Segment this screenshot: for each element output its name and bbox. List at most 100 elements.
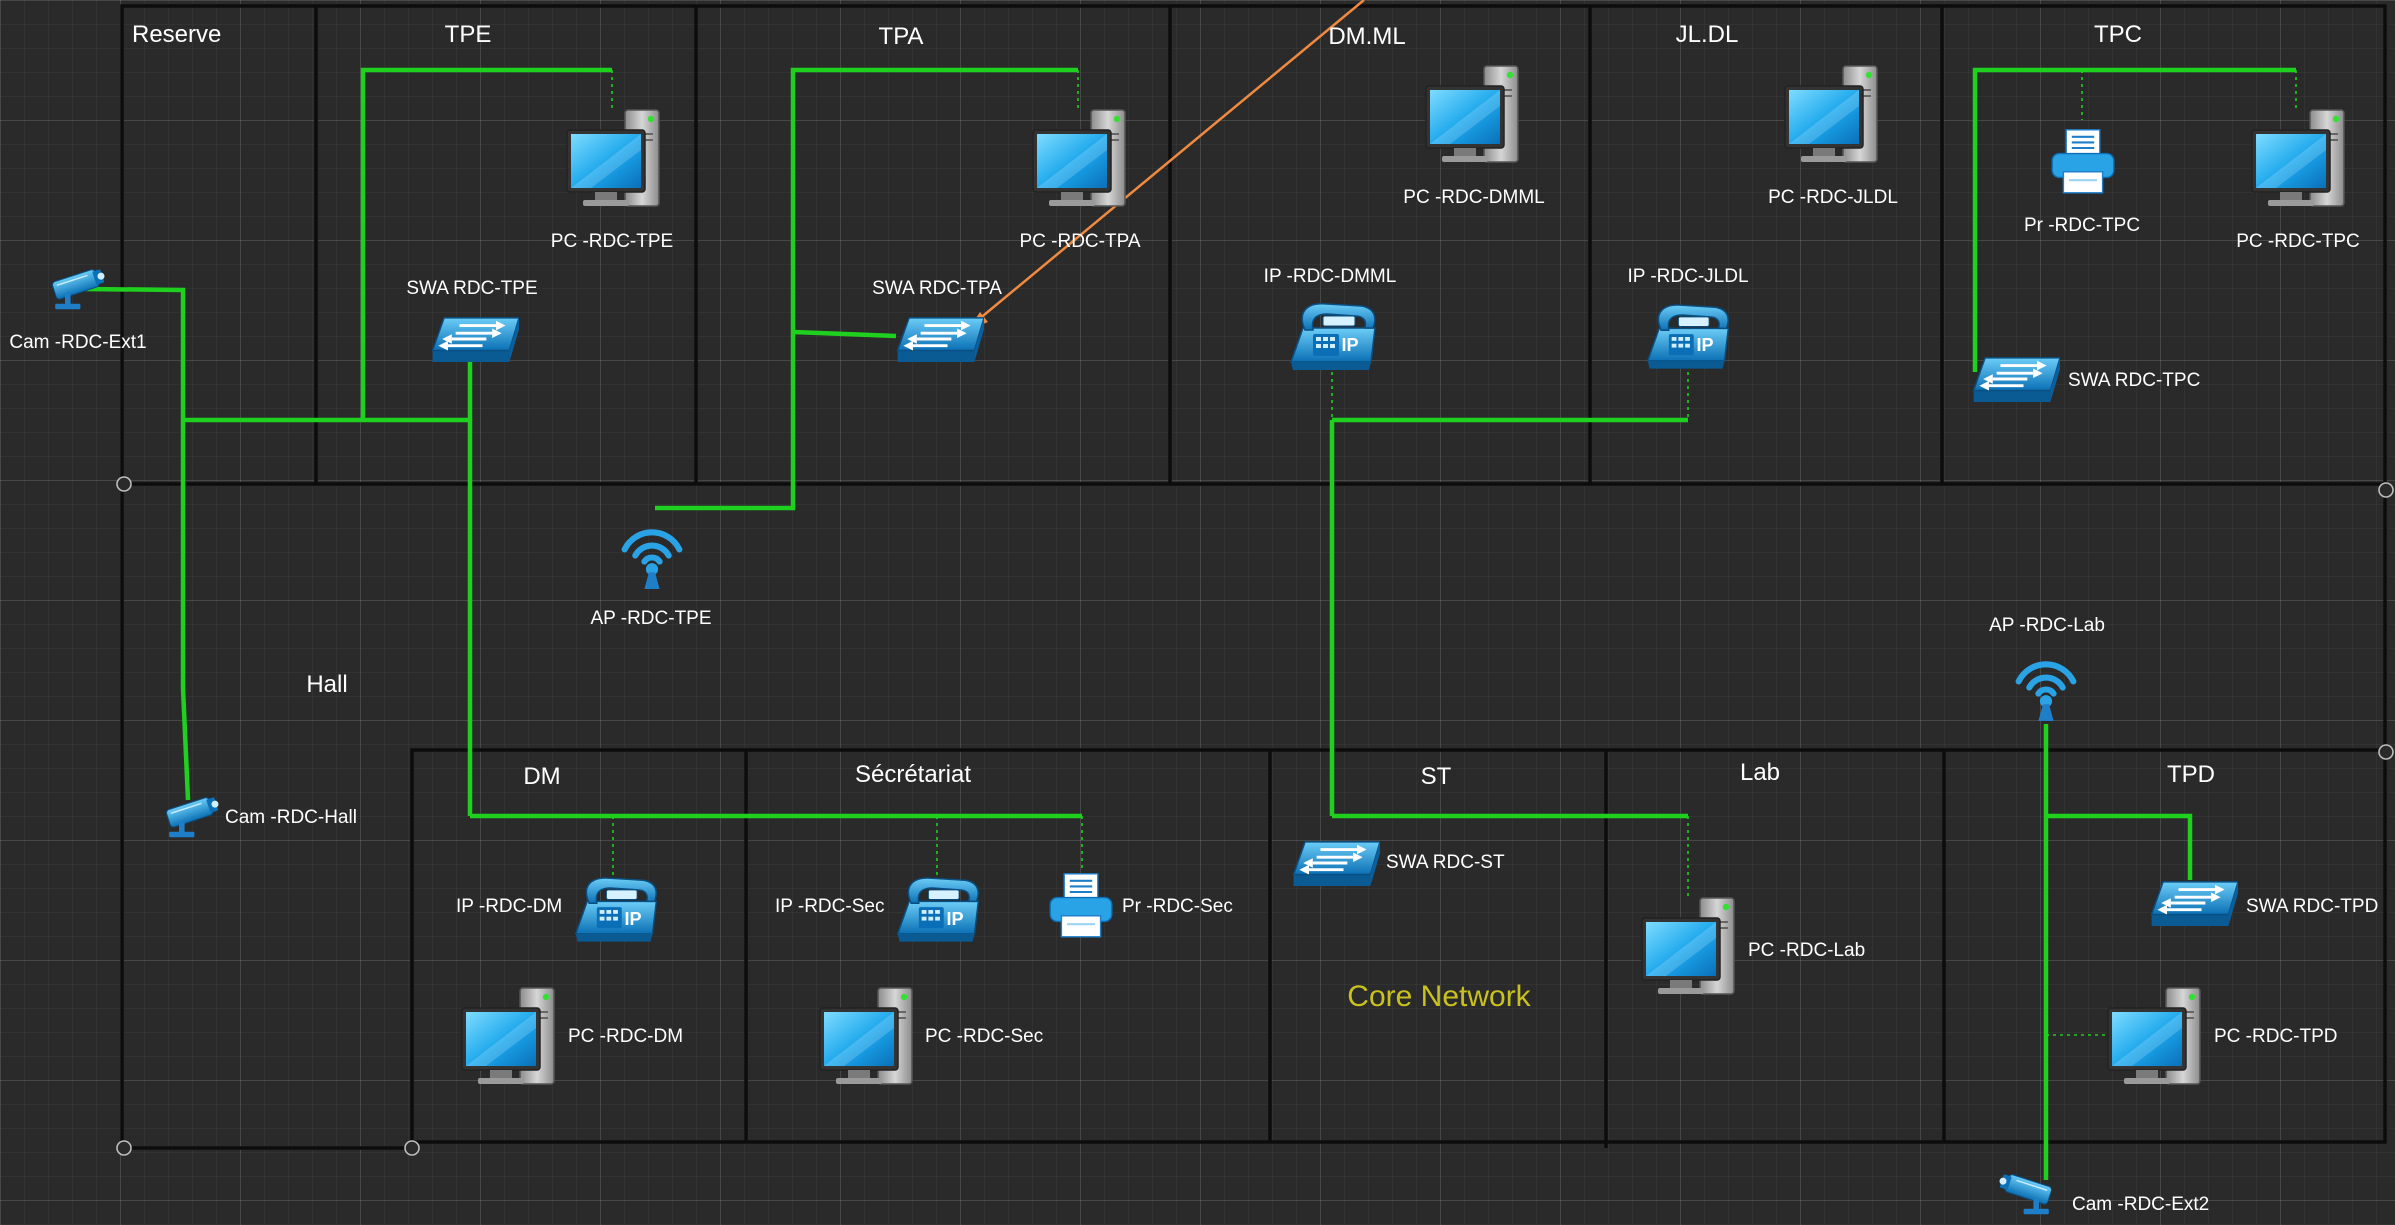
ip-phone-icon [1646,304,1730,370]
room-label-hall: Hall [306,671,347,698]
pc-icon [1424,64,1520,164]
pc-icon [565,108,661,208]
device-label: SWA RDC-ST [1386,852,1505,873]
corner-handle[interactable] [2378,744,2394,760]
device-pc-rdc-tpc[interactable]: PC -RDC-TPC [2236,108,2360,252]
link-tpd-swa [2046,813,2193,880]
device-ip-rdc-dmml[interactable]: IP IP -RDC-DMML [1264,266,1397,371]
device-label: PC -RDC-DM [568,1026,683,1047]
device-label: Cam -RDC-Hall [225,807,357,828]
ip-badge: IP [1341,335,1358,355]
device-ip-rdc-dm[interactable]: IP IP -RDC-DM [456,877,658,943]
device-pc-rdc-tpe[interactable]: PC -RDC-TPE [551,108,673,252]
room-label-reserve: Reserve [132,21,221,48]
device-label: IP -RDC-Sec [775,896,884,917]
device-ap-rdc-tpe[interactable]: AP -RDC-TPE [590,532,712,629]
device-cam-rdc-ext2[interactable]: Cam -RDC-Ext2 [1996,1170,2209,1216]
device-label: Pr -RDC-Sec [1122,896,1233,917]
device-ip-rdc-jldl[interactable]: IP IP -RDC-JLDL [1627,266,1749,370]
device-label: SWA RDC-TPE [406,278,537,299]
bottom-wing-wall [410,748,2387,1144]
ip-phone-icon [896,877,980,943]
switch-icon [896,316,984,364]
device-swa-rdc-tpa[interactable]: SWA RDC-TPA [872,278,1002,364]
room-label-st: ST [1421,763,1452,790]
device-label: AP -RDC-TPE [590,608,711,629]
room-labels: Reserve TPE TPA DM.ML JL.DL TPC Hall DM … [132,21,2215,1013]
device-label: SWA RDC-TPC [2068,370,2200,391]
device-swa-rdc-tpe[interactable]: SWA RDC-TPE [406,278,538,364]
device-label: PC -RDC-TPD [2214,1026,2338,1047]
device-label: Pr -RDC-TPC [2024,215,2140,236]
device-label: IP -RDC-JLDL [1627,266,1748,287]
room-label-secretariat: Sécrétariat [855,761,971,788]
device-pc-rdc-dmml[interactable]: PC -RDC-DMML [1403,64,1545,208]
room-label-jldl: JL.DL [1676,21,1739,48]
corner-handle[interactable] [116,476,132,492]
device-label: SWA RDC-TPD [2246,896,2378,917]
device-pr-rdc-sec[interactable]: Pr -RDC-Sec [1049,872,1233,938]
device-swa-rdc-st[interactable]: SWA RDC-ST [1292,840,1505,888]
room-label-tpc: TPC [2094,21,2142,48]
device-label: IP -RDC-DMML [1264,266,1397,287]
network-floor-plan: Reserve TPE TPA DM.ML JL.DL TPC Hall DM … [0,0,2395,1225]
device-pr-rdc-tpc[interactable]: Pr -RDC-TPC [2024,128,2140,236]
device-cam-rdc-hall[interactable]: Cam -RDC-Hall [164,793,357,839]
device-pc-rdc-sec[interactable]: PC -RDC-Sec [818,986,1043,1086]
link-cam-hall [180,420,191,801]
room-label-dmml: DM.ML [1328,23,1405,50]
device-pc-rdc-lab[interactable]: PC -RDC-Lab [1640,896,1865,996]
pc-icon [1640,896,1736,996]
ip-badge: IP [624,909,641,929]
pc-icon [2106,986,2202,1086]
pc-icon [1031,108,1127,208]
device-cam-rdc-ext1[interactable]: Cam -RDC-Ext1 [9,265,147,353]
ip-phone-icon [1290,302,1376,371]
device-pc-rdc-jldl[interactable]: PC -RDC-JLDL [1768,64,1898,208]
device-label: SWA RDC-TPA [872,278,1002,299]
core-network-label: Core Network [1347,980,1531,1013]
device-label: Cam -RDC-Ext2 [2072,1194,2209,1215]
diagram-canvas: Reserve TPE TPA DM.ML JL.DL TPC Hall DM … [9,0,2394,1216]
corner-handle[interactable] [404,1140,420,1156]
device-label: IP -RDC-DM [456,896,562,917]
pc-icon [1783,64,1879,164]
link-cam-ext1 [83,286,186,420]
device-label: PC -RDC-TPC [2236,231,2360,252]
device-label: PC -RDC-Sec [925,1026,1043,1047]
device-pc-rdc-tpa[interactable]: PC -RDC-TPA [1019,108,1141,252]
room-label-tpa: TPA [879,23,924,50]
switch-icon [1292,840,1380,888]
device-label: PC -RDC-DMML [1403,187,1544,208]
pc-icon [460,986,556,1086]
device-label: PC -RDC-TPA [1019,231,1140,252]
link-tpa-swa [792,329,897,339]
pc-icon [2250,108,2346,208]
camera-icon [164,793,222,839]
device-swa-rdc-tpd[interactable]: SWA RDC-TPD [2150,880,2379,928]
device-pc-rdc-tpd[interactable]: PC -RDC-TPD [2106,986,2338,1086]
room-label-tpd: TPD [2167,761,2215,788]
wifi-access-point-icon [625,532,680,589]
room-label-tpe: TPE [445,21,492,48]
ip-badge: IP [1696,335,1713,355]
corner-handle[interactable] [2378,482,2394,498]
top-wing-wall [120,4,2387,486]
device-swa-rdc-tpc[interactable]: SWA RDC-TPC [1972,356,2201,404]
device-label: PC -RDC-Lab [1748,940,1865,961]
printer-icon [2051,128,2115,194]
ip-phone-icon [574,877,658,943]
device-ip-rdc-sec[interactable]: IP IP -RDC-Sec [775,877,980,943]
device-pc-rdc-dm[interactable]: PC -RDC-DM [460,986,683,1086]
device-label: PC -RDC-TPE [551,231,673,252]
corner-handle[interactable] [116,1140,132,1156]
ip-badge: IP [946,909,963,929]
device-ap-rdc-lab[interactable]: AP -RDC-Lab [1989,615,2105,721]
printer-icon [1049,872,1113,938]
wifi-access-point-icon [2019,664,2074,721]
room-label-dm: DM [523,763,560,790]
room-label-lab: Lab [1740,759,1780,786]
device-label: AP -RDC-Lab [1989,615,2105,636]
switch-icon [2150,880,2238,928]
switch-icon [431,316,519,364]
